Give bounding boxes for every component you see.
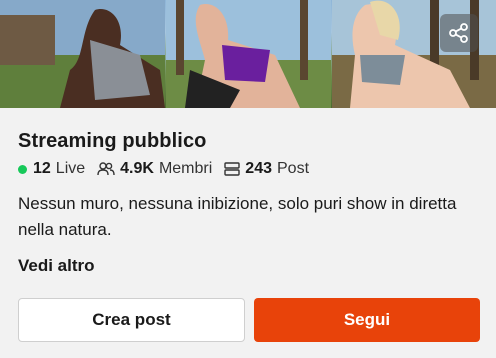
create-post-button[interactable]: Crea post: [18, 298, 245, 342]
members-label: Membri: [158, 160, 213, 177]
posts-stat: 243 Post: [224, 160, 309, 178]
members-stat: 4.9K Membri: [97, 160, 212, 178]
see-more-link[interactable]: Vedi altro: [18, 256, 95, 276]
share-icon: [449, 23, 468, 43]
banner-photo-collage: [0, 0, 496, 108]
share-button[interactable]: [440, 14, 478, 52]
posts-count: 243: [245, 160, 272, 177]
live-stat[interactable]: 12 Live: [18, 160, 85, 178]
members-icon: [97, 162, 115, 176]
members-count: 4.9K: [120, 160, 154, 177]
follow-button[interactable]: Segui: [254, 298, 480, 342]
posts-label: Post: [277, 160, 310, 177]
live-dot-icon: [18, 164, 27, 174]
posts-icon: [224, 162, 240, 176]
banner-image[interactable]: [0, 0, 496, 108]
group-stats: 12 Live 4.9K Membri 243 Post: [18, 160, 321, 178]
group-title: Streaming pubblico: [18, 130, 207, 152]
live-label: Live: [55, 160, 86, 177]
group-card: Streaming pubblico 12 Live 4.9K Membri 2…: [0, 0, 496, 358]
group-description: Nessun muro, nessuna inibizione, solo pu…: [18, 194, 457, 239]
live-count: 12: [33, 160, 51, 177]
